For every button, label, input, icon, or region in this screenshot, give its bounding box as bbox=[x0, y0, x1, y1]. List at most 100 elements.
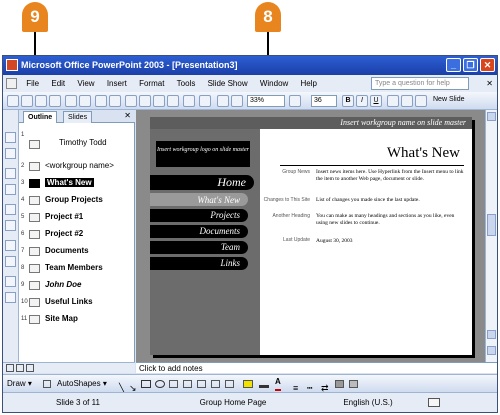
outline-slide-6[interactable]: 6 Project #2 bbox=[19, 227, 135, 243]
center-icon[interactable] bbox=[401, 95, 413, 107]
move-up-icon[interactable] bbox=[5, 168, 16, 179]
wordart-icon[interactable] bbox=[183, 380, 192, 388]
spelling-status-icon[interactable] bbox=[428, 398, 440, 407]
font-color-icon[interactable]: A bbox=[275, 375, 281, 391]
italic-button[interactable]: I bbox=[356, 95, 368, 107]
slide-body-date[interactable]: August 30, 2003 bbox=[316, 238, 466, 245]
oval-icon[interactable] bbox=[155, 380, 165, 388]
outline-slide-11[interactable]: 11 Site Map bbox=[19, 312, 135, 328]
slide-nav-projects[interactable]: Projects bbox=[150, 209, 248, 222]
3d-style-icon[interactable] bbox=[349, 380, 358, 388]
expand-icon[interactable] bbox=[5, 220, 16, 231]
notes-pane[interactable]: Click to add notes bbox=[136, 362, 497, 373]
fill-color-icon[interactable] bbox=[243, 380, 253, 388]
outline-slide-1[interactable]: 1 Timothy Todd bbox=[19, 128, 135, 149]
slide-nav-whats-new[interactable]: What's New bbox=[150, 193, 248, 206]
insert-table-icon[interactable] bbox=[231, 95, 243, 107]
zoom-select[interactable]: 33% bbox=[247, 95, 285, 107]
menu-view[interactable]: View bbox=[72, 75, 99, 92]
permission-icon[interactable] bbox=[49, 95, 61, 107]
slide-body-headings[interactable]: You can make as many headings and sectio… bbox=[316, 213, 466, 227]
tab-slides[interactable]: Slides bbox=[63, 111, 93, 123]
menu-edit[interactable]: Edit bbox=[46, 75, 70, 92]
help-icon[interactable] bbox=[289, 95, 301, 107]
redo-icon[interactable] bbox=[199, 95, 211, 107]
collapse-icon[interactable] bbox=[5, 204, 16, 215]
outline-slide-10[interactable]: 10 Useful Links bbox=[19, 295, 135, 311]
select-objects-icon[interactable] bbox=[43, 380, 51, 388]
collapse-all-icon[interactable] bbox=[5, 240, 16, 251]
normal-view-icon[interactable] bbox=[6, 364, 14, 372]
undo-icon[interactable] bbox=[183, 95, 195, 107]
outline-slide-8[interactable]: 8 Team Members bbox=[19, 261, 135, 277]
print-preview-icon[interactable] bbox=[79, 95, 91, 107]
text-box-icon[interactable] bbox=[169, 380, 178, 388]
scroll-up-icon[interactable] bbox=[487, 112, 496, 121]
outline-slide-4[interactable]: 4 Group Projects bbox=[19, 193, 135, 209]
tab-outline[interactable]: Outline bbox=[23, 111, 58, 123]
menu-file[interactable]: File bbox=[21, 75, 44, 92]
minimize-button[interactable]: _ bbox=[446, 58, 461, 72]
slide-nav-links[interactable]: Links bbox=[150, 257, 248, 270]
autoshapes-menu-button[interactable]: AutoShapes ▾ bbox=[57, 375, 107, 393]
slide-body-changes[interactable]: List of changes you made since the last … bbox=[316, 197, 466, 204]
save-icon[interactable] bbox=[35, 95, 47, 107]
picture-icon[interactable] bbox=[225, 380, 234, 388]
summary-slide-icon[interactable] bbox=[5, 276, 16, 287]
restore-button[interactable]: ❐ bbox=[463, 58, 478, 72]
align-left-icon[interactable] bbox=[387, 95, 399, 107]
promote-icon[interactable] bbox=[5, 132, 16, 143]
outline-slide-2[interactable]: 2 <workgroup name> bbox=[19, 159, 135, 175]
move-down-icon[interactable] bbox=[5, 184, 16, 195]
spelling-icon[interactable] bbox=[95, 95, 107, 107]
outline-slide-3[interactable]: 3 What's New bbox=[19, 176, 135, 192]
slide-sorter-icon[interactable] bbox=[16, 364, 24, 372]
print-icon[interactable] bbox=[65, 95, 77, 107]
shadow-style-icon[interactable] bbox=[335, 380, 344, 388]
menu-window[interactable]: Window bbox=[255, 75, 293, 92]
close-button[interactable]: ✕ bbox=[480, 58, 495, 72]
underline-button[interactable]: U bbox=[370, 95, 382, 107]
menu-format[interactable]: Format bbox=[134, 75, 169, 92]
new-icon[interactable] bbox=[7, 95, 19, 107]
draw-menu-button[interactable]: Draw ▾ bbox=[7, 375, 32, 393]
pane-close-button[interactable]: ✕ bbox=[124, 111, 131, 120]
menu-tools[interactable]: Tools bbox=[172, 75, 201, 92]
slide-header-banner[interactable]: Insert workgroup name on slide master bbox=[150, 117, 472, 129]
app-icon[interactable] bbox=[6, 59, 18, 71]
copy-icon[interactable] bbox=[139, 95, 151, 107]
outline-slide-7[interactable]: 7 Documents bbox=[19, 244, 135, 260]
open-icon[interactable] bbox=[21, 95, 33, 107]
help-search-input[interactable]: Type a question for help bbox=[371, 77, 469, 90]
bold-button[interactable]: B bbox=[342, 95, 354, 107]
scroll-thumb[interactable] bbox=[487, 214, 496, 236]
outline-slide-9[interactable]: 9 John Doe bbox=[19, 278, 135, 294]
font-size-select[interactable]: 36 bbox=[311, 95, 337, 107]
clip-art-icon[interactable] bbox=[211, 380, 220, 388]
document-icon[interactable] bbox=[6, 78, 17, 89]
cut-icon[interactable] bbox=[125, 95, 137, 107]
slide-logo-placeholder[interactable]: Insert workgroup logo on slide master bbox=[156, 141, 250, 167]
next-slide-icon[interactable] bbox=[487, 346, 496, 355]
slide-canvas[interactable]: Insert workgroup name on slide master In… bbox=[150, 117, 472, 355]
previous-slide-icon[interactable] bbox=[487, 330, 496, 339]
slide-nav-home[interactable]: Home bbox=[150, 175, 254, 190]
diagram-icon[interactable] bbox=[197, 380, 206, 388]
insert-chart-icon[interactable] bbox=[217, 95, 229, 107]
slide-nav-team[interactable]: Team bbox=[150, 241, 248, 254]
expand-all-icon[interactable] bbox=[5, 256, 16, 267]
menu-help[interactable]: Help bbox=[296, 75, 322, 92]
slide-title[interactable]: What's New bbox=[387, 145, 460, 162]
paste-icon[interactable] bbox=[153, 95, 165, 107]
rectangle-icon[interactable] bbox=[141, 380, 151, 388]
show-formatting-icon[interactable] bbox=[5, 292, 16, 303]
document-close-button[interactable]: ✕ bbox=[486, 75, 493, 92]
slide-show-icon[interactable] bbox=[26, 364, 34, 372]
research-icon[interactable] bbox=[109, 95, 121, 107]
format-painter-icon[interactable] bbox=[167, 95, 179, 107]
slide-body-news[interactable]: Insert news items here. Use Hyperlink fr… bbox=[316, 169, 466, 183]
demote-icon[interactable] bbox=[5, 148, 16, 159]
line-color-icon[interactable] bbox=[259, 380, 269, 388]
menu-insert[interactable]: Insert bbox=[102, 75, 132, 92]
slide-nav-documents[interactable]: Documents bbox=[150, 225, 248, 238]
